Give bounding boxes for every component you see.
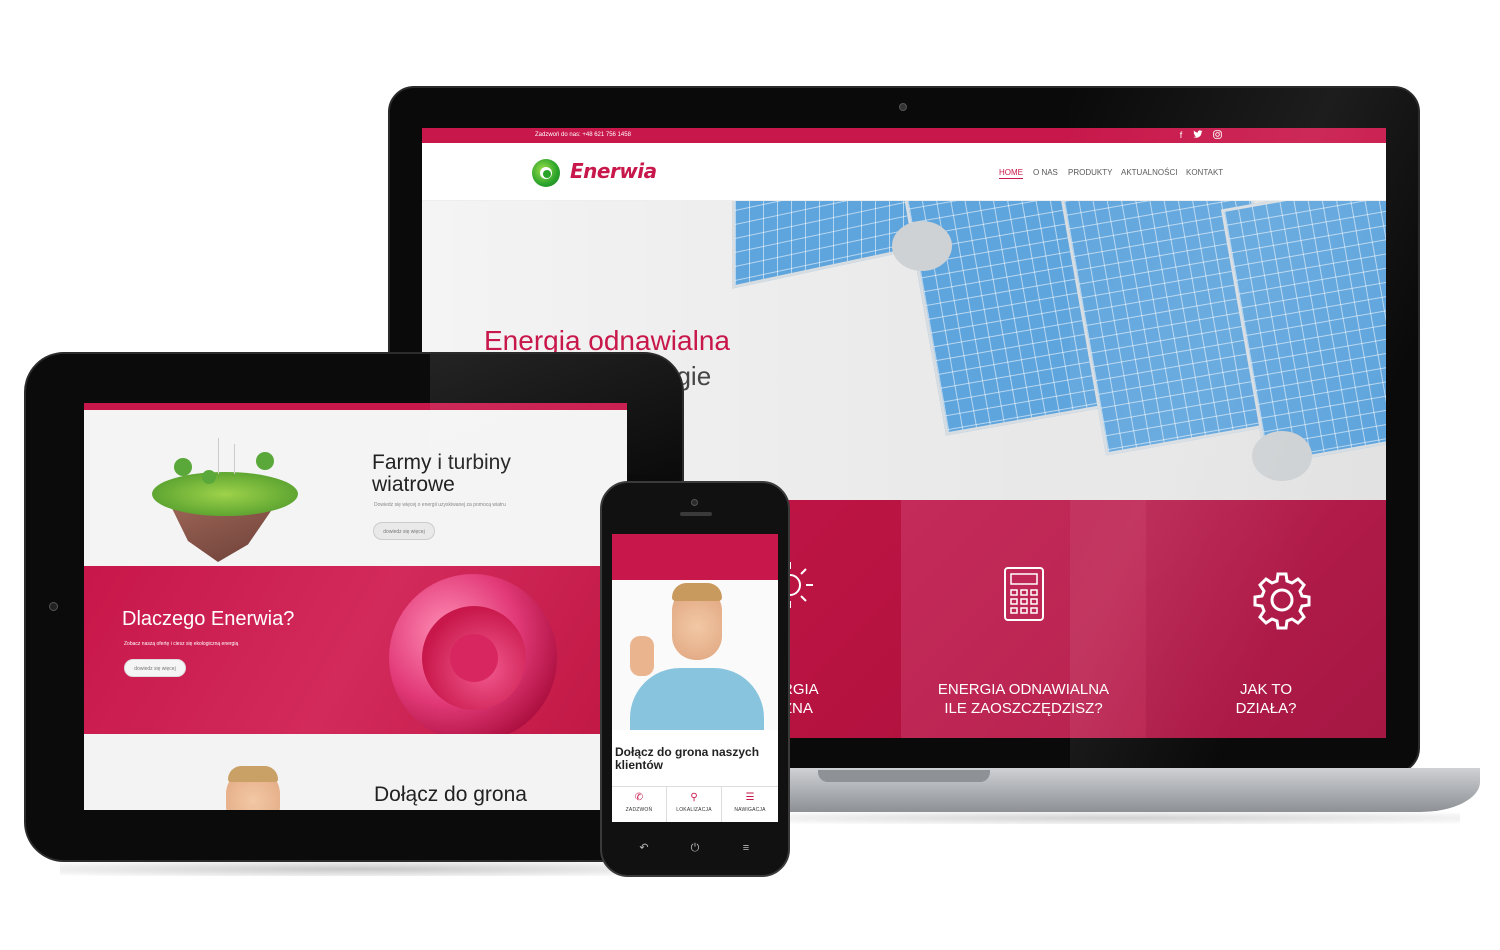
tree	[202, 470, 216, 484]
floating-island-grass	[152, 472, 298, 516]
tablet-camera	[49, 602, 58, 611]
customer-hair	[672, 583, 722, 601]
customer-photo	[612, 580, 778, 730]
laptop-notch	[818, 770, 990, 782]
top-contact-bar: Zadzwoń do nas: +48 621 756 1458 f	[422, 128, 1386, 143]
learn-more-button[interactable]: dowiedz się więcej	[124, 659, 186, 677]
customer-shirt	[630, 668, 764, 730]
tree	[256, 452, 274, 470]
join-clients-section: Dołącz do grona	[84, 734, 627, 810]
nav-news[interactable]: AKTUALNOŚCI	[1121, 168, 1177, 177]
tablet-top-strip	[84, 403, 627, 410]
learn-more-button[interactable]: dowiedz się więcej	[373, 522, 435, 540]
phone-header	[612, 534, 778, 580]
why-enerwia-title: Dlaczego Enerwia?	[122, 608, 295, 630]
thumbs-up	[630, 636, 654, 676]
why-enerwia-section: Dlaczego Enerwia? Zobacz naszą ofertę i …	[84, 566, 627, 734]
logo-text[interactable]: Enerwia	[570, 159, 657, 183]
logo-swirl-inner	[450, 634, 498, 682]
feature-3-line2: DZIAŁA?	[1235, 700, 1297, 717]
panel-stand	[1252, 431, 1312, 481]
back-icon[interactable]: ↶	[636, 840, 652, 856]
nav-products[interactable]: PRODUKTY	[1068, 168, 1112, 177]
instagram-icon[interactable]	[1211, 130, 1223, 141]
main-navbar: Enerwia HOME O NAS PRODUKTY AKTUALNOŚCI …	[422, 143, 1386, 201]
tree	[174, 458, 192, 476]
phone-speaker	[680, 512, 712, 516]
customer-hair	[228, 766, 278, 782]
menu-icon[interactable]: ≡	[738, 840, 754, 856]
feature-2-line1: ENERGIA ODNAWIALNA	[937, 681, 1110, 698]
wind-farm-description: Dowiedz się więcej o energii uzyskiwanej…	[374, 502, 506, 508]
laptop-shadow	[780, 812, 1460, 824]
twitter-icon[interactable]	[1192, 130, 1204, 141]
wind-farm-section: Farmy i turbiny wiatrowe Dowiedz się wię…	[84, 410, 627, 566]
wind-turbine	[218, 438, 219, 474]
wind-turbine	[234, 444, 235, 474]
feature-2-line2: ILE ZAOSZCZĘDZISZ?	[944, 700, 1103, 717]
navigation-button[interactable]: ☰ NAWIGACJA	[722, 787, 778, 822]
phone-icon: ✆	[634, 792, 644, 803]
tablet-shadow	[60, 862, 660, 876]
phone-action-bar: ✆ ZADZWOŃ ⚲ LOKALIZACJA ☰ NAWIGACJA	[612, 786, 778, 822]
panel-stand	[892, 221, 952, 271]
nav-active-underline	[999, 178, 1023, 179]
feature-tile[interactable]: ENERGIA ODNAWIALNA ILE ZAOSZCZĘDZISZ?	[901, 500, 1146, 738]
calculator-icon	[1004, 567, 1044, 621]
topbar-phone-text: Zadzwoń do nas: +48 621 756 1458	[535, 132, 631, 138]
why-enerwia-description: Zobacz naszą ofertę i ciesz się ekologic…	[124, 641, 239, 647]
join-clients-title: Dołącz do grona naszych klientów	[615, 745, 760, 772]
join-clients-title: Dołącz do grona	[374, 783, 527, 806]
logo-icon-dot	[543, 170, 551, 178]
feature-tile[interactable]: JAK TO DZIAŁA?	[1146, 500, 1386, 738]
phone-screen: Dołącz do grona naszych klientów ✆ ZADZW…	[612, 534, 778, 822]
wind-farm-title: Farmy i turbiny wiatrowe	[372, 451, 511, 496]
location-button[interactable]: ⚲ LOKALIZACJA	[667, 787, 722, 822]
tablet-screen: Farmy i turbiny wiatrowe Dowiedz się wię…	[84, 403, 627, 810]
power-icon[interactable]: ⏻	[687, 840, 703, 856]
nav-about[interactable]: O NAS	[1033, 168, 1058, 177]
feature-3-line1: JAK TO	[1240, 681, 1292, 698]
facebook-icon[interactable]: f	[1175, 130, 1187, 141]
nav-contact[interactable]: KONTAKT	[1186, 168, 1223, 177]
gear-icon	[1253, 572, 1311, 630]
location-pin-icon: ⚲	[690, 792, 698, 803]
nav-home[interactable]: HOME	[999, 168, 1023, 177]
menu-icon: ☰	[745, 792, 755, 803]
call-button[interactable]: ✆ ZADZWOŃ	[612, 787, 667, 822]
laptop-camera	[899, 103, 907, 111]
phone-camera	[691, 499, 698, 506]
